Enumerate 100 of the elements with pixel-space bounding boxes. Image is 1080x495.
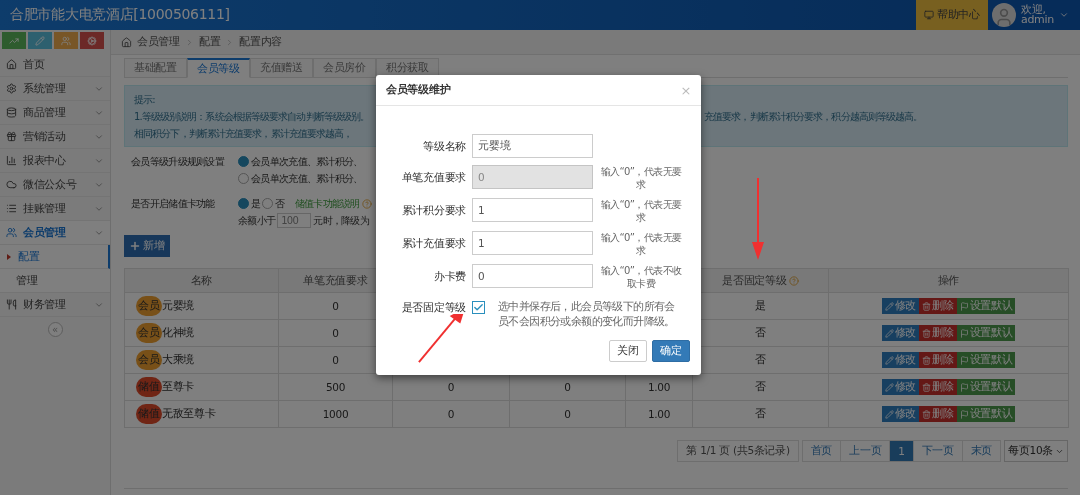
input-field[interactable]: 100 [277, 213, 312, 228]
confirm-button[interactable]: 确定 [652, 340, 690, 362]
sidebar-item[interactable]: 财务管理 [0, 293, 110, 317]
field-label: 累计充值要求 [400, 236, 466, 251]
flag-icon [959, 328, 969, 338]
radio-button[interactable] [262, 198, 274, 209]
notice-text: 充值要求，判断累计积分要求，积分越高则等级越高。 [704, 110, 923, 124]
input-field[interactable]: 1 [472, 231, 593, 255]
sidebar-item[interactable]: 营销活动 [0, 125, 110, 149]
cloud-icon [6, 179, 17, 190]
flag-icon [959, 382, 969, 392]
page-button[interactable]: 下一页 [912, 440, 963, 462]
radio-label: 会员单次充值、累计积分、 [251, 154, 363, 169]
collapse-button[interactable]: « [47, 322, 63, 337]
edit-button[interactable]: 修改 [881, 379, 920, 395]
flag-icon [959, 301, 969, 311]
quick-button[interactable] [54, 32, 78, 49]
default-button[interactable]: 设置默认 [956, 325, 1016, 341]
page-button[interactable]: 上一页 [840, 440, 891, 462]
gear-icon [87, 35, 97, 46]
input-field[interactable]: 1 [472, 198, 593, 222]
trash-icon [922, 409, 932, 419]
sidebar-item[interactable]: 微信公众号 [0, 173, 110, 197]
field-label: 办卡费 [432, 269, 466, 284]
delete-button[interactable]: 删除 [919, 406, 957, 422]
help-button[interactable]: 帮助中心 [916, 0, 988, 30]
delete-button[interactable]: 删除 [919, 325, 957, 341]
threshold-label: 元时，降级为 [313, 213, 369, 228]
radio-button[interactable] [238, 156, 249, 167]
tab[interactable]: 会员房价 [313, 58, 376, 77]
radio-label: 是 [251, 196, 261, 211]
input-field[interactable]: 0 [472, 264, 593, 288]
default-button[interactable]: 设置默认 [956, 406, 1016, 422]
pencil-icon [35, 35, 45, 46]
quick-button[interactable] [28, 32, 52, 49]
pencil-icon [884, 328, 894, 338]
tab[interactable]: 基础配置 [124, 58, 187, 77]
level-badge: 会员 [136, 350, 162, 370]
sidebar-subitem[interactable]: 配置 [0, 245, 110, 269]
checkbox[interactable] [472, 301, 485, 314]
bar-chart-icon [6, 155, 17, 166]
gear-icon [6, 83, 17, 94]
users-icon [61, 35, 71, 46]
trash-icon [922, 355, 932, 365]
delete-button[interactable]: 删除 [919, 352, 957, 368]
add-button[interactable]: 新增 [124, 235, 170, 257]
edit-button[interactable]: 修改 [881, 325, 920, 341]
sidebar-subitem[interactable]: 管理 [0, 269, 110, 293]
table-cell: 0 [392, 400, 510, 428]
field-label: 等级名称 [422, 139, 466, 154]
quick-button[interactable] [80, 32, 104, 49]
setting-label: 会员等级升级规则设置 [130, 155, 226, 169]
default-button[interactable]: 设置默认 [956, 298, 1016, 314]
sidebar-item[interactable]: 报表中心 [0, 149, 110, 173]
level-badge: 会员 [136, 296, 162, 316]
sidebar-label: 报表中心 [23, 153, 67, 168]
page-size-select[interactable]: 每页10条 [1004, 440, 1068, 462]
tab[interactable]: 充值赠送 [250, 58, 313, 77]
page-button[interactable]: 首页 [801, 440, 842, 462]
edit-button[interactable]: 修改 [881, 406, 920, 422]
sidebar-item[interactable]: 系统管理 [0, 77, 110, 101]
breadcrumb-item[interactable]: 配置 [198, 35, 221, 49]
sidebar-label: 营销活动 [23, 129, 67, 144]
close-button[interactable]: × [680, 82, 691, 98]
input-field[interactable]: 元婴境 [472, 134, 593, 158]
close-button[interactable]: 关闭 [609, 340, 647, 362]
modal-title: 会员等级维护 [386, 83, 451, 97]
level-badge: 储值 [136, 377, 162, 397]
radio-button[interactable] [238, 173, 249, 184]
default-button[interactable]: 设置默认 [956, 352, 1016, 368]
radio-button[interactable] [238, 198, 249, 209]
sidebar-label: 微信公众号 [23, 177, 78, 192]
user-name: admin [1021, 15, 1054, 25]
page-button[interactable]: 1 [889, 440, 914, 462]
pencil-icon [884, 355, 894, 365]
level-name: 化神境 [162, 326, 195, 340]
sidebar-item[interactable]: 会员管理 [0, 221, 110, 245]
breadcrumb-item[interactable]: 会员管理 [137, 35, 180, 49]
field-hint: 输入“0”，代表无要求 [599, 198, 683, 224]
sidebar-item[interactable]: 商品管理 [0, 101, 110, 125]
edit-button[interactable]: 修改 [881, 298, 920, 314]
plus-icon [129, 240, 142, 252]
level-name: 至尊卡 [162, 380, 195, 394]
field-hint: 输入“0”，代表不收取卡费 [599, 264, 683, 290]
level-name: 大乘境 [162, 353, 195, 367]
quick-button[interactable] [2, 32, 26, 49]
edit-button[interactable]: 修改 [881, 352, 920, 368]
delete-button[interactable]: 删除 [919, 298, 957, 314]
gift-icon [6, 131, 17, 142]
sidebar-item[interactable]: 首页 [0, 53, 110, 77]
threshold-label: 余额小于 [238, 213, 276, 228]
setting-label: 是否开启储值卡功能 [130, 197, 216, 211]
tab[interactable]: 积分获取 [376, 58, 439, 77]
delete-button[interactable]: 删除 [919, 379, 957, 395]
default-button[interactable]: 设置默认 [956, 379, 1016, 395]
pencil-icon [884, 409, 894, 419]
page-button[interactable]: 末页 [961, 440, 1002, 462]
tab[interactable]: 会员等级 [187, 58, 250, 78]
help-link[interactable]: 储值卡功能说明 [294, 196, 360, 211]
breadcrumb-item: 配置内容 [239, 35, 283, 49]
